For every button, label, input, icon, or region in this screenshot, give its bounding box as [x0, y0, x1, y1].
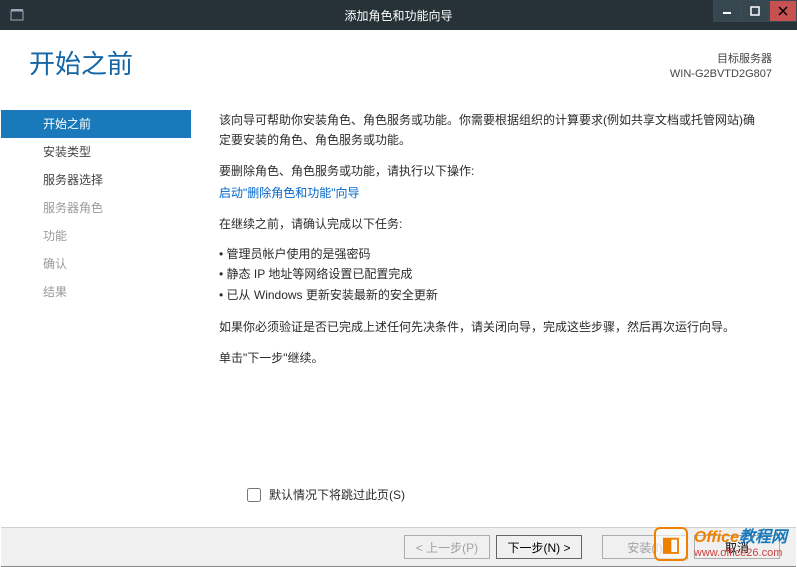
app-icon: [8, 6, 26, 24]
nav-confirmation: 确认: [1, 250, 191, 278]
titlebar: 添加角色和功能向导: [0, 0, 797, 30]
intro-text: 该向导可帮助你安装角色、角色服务或功能。你需要根据组织的计算要求(例如共享文档或…: [219, 110, 766, 151]
nav-server-roles: 服务器角色: [1, 194, 191, 222]
window-controls: [713, 0, 797, 22]
nav-server-selection[interactable]: 服务器选择: [1, 166, 191, 194]
nav-before-you-begin[interactable]: 开始之前: [1, 110, 191, 138]
bullet-static-ip: 静态 IP 地址等网络设置已配置完成: [219, 264, 766, 284]
nav-features: 功能: [1, 222, 191, 250]
skip-label: 默认情况下将跳过此页(S): [269, 485, 405, 505]
remove-label: 要删除角色、角色服务或功能，请执行以下操作:: [219, 161, 766, 181]
page-title: 开始之前: [29, 44, 133, 96]
content-row: 开始之前 安装类型 服务器选择 服务器角色 功能 确认 结果 该向导可帮助你安装…: [1, 102, 796, 527]
cancel-button[interactable]: 取消: [694, 535, 780, 559]
bullet-windows-update: 已从 Windows 更新安装最新的安全更新: [219, 285, 766, 305]
target-server-box: 目标服务器 WIN-G2BVTD2G807: [670, 52, 772, 96]
skip-checkbox[interactable]: [247, 488, 261, 502]
before-continue-label: 在继续之前，请确认完成以下任务:: [219, 214, 766, 234]
next-button[interactable]: 下一步(N) >: [496, 535, 582, 559]
target-label: 目标服务器: [670, 52, 772, 67]
remove-roles-link[interactable]: 启动"删除角色和功能"向导: [219, 186, 360, 200]
target-value: WIN-G2BVTD2G807: [670, 67, 772, 82]
bullet-strong-password: 管理员帐户使用的是强密码: [219, 244, 766, 264]
skip-row: 默认情况下将跳过此页(S): [247, 485, 405, 505]
window-title: 添加角色和功能向导: [344, 7, 452, 24]
previous-button: < 上一步(P): [404, 535, 490, 559]
install-button: 安装(I): [602, 535, 688, 559]
maximize-button[interactable]: [741, 0, 769, 22]
wizard-footer: < 上一步(P) 下一步(N) > 安装(I) 取消: [1, 527, 796, 567]
wizard-header: 开始之前 目标服务器 WIN-G2BVTD2G807: [1, 30, 796, 102]
click-next-note: 单击"下一步"继续。: [219, 348, 766, 368]
wizard-sidebar: 开始之前 安装类型 服务器选择 服务器角色 功能 确认 结果: [1, 102, 191, 527]
minimize-button[interactable]: [713, 0, 741, 22]
nav-installation-type[interactable]: 安装类型: [1, 138, 191, 166]
nav-results: 结果: [1, 278, 191, 306]
verify-note: 如果你必须验证是否已完成上述任何先决条件，请关闭向导，完成这些步骤，然后再次运行…: [219, 317, 766, 337]
wizard-main: 该向导可帮助你安装角色、角色服务或功能。你需要根据组织的计算要求(例如共享文档或…: [191, 102, 796, 527]
close-button[interactable]: [769, 0, 797, 22]
prerequisite-list: 管理员帐户使用的是强密码 静态 IP 地址等网络设置已配置完成 已从 Windo…: [219, 244, 766, 305]
